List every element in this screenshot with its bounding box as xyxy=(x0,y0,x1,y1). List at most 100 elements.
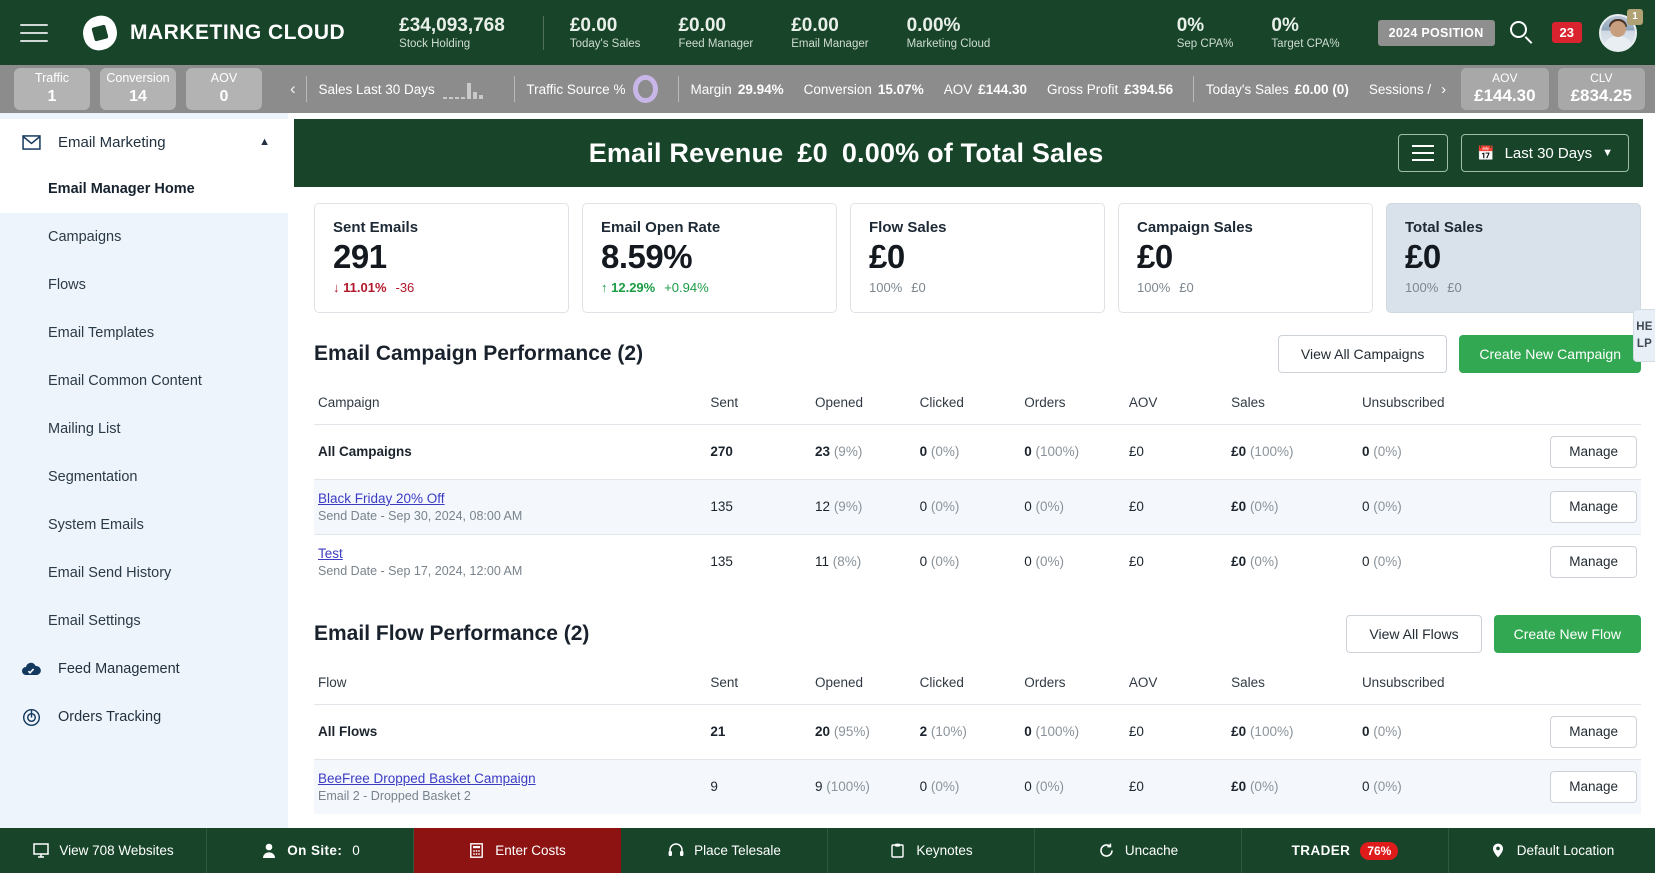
stat-label: AOV xyxy=(943,81,973,97)
bottom-default-location[interactable]: Default Location xyxy=(1449,828,1655,873)
th-unsubscribed: Unsubscribed xyxy=(1361,674,1445,690)
metric-value: £34,093,768 xyxy=(399,14,505,36)
th-aov: AOV xyxy=(1128,394,1158,410)
sidebar-item-email-send-history[interactable]: Email Send History xyxy=(0,549,288,597)
metric-label: Marketing Cloud xyxy=(906,38,991,51)
sidebar-item-campaigns[interactable]: Campaigns xyxy=(0,213,288,261)
kpi-title: Flow Sales xyxy=(869,219,947,236)
bottom-label: On Site: xyxy=(287,843,343,858)
sidebar-item-segmentation[interactable]: Segmentation xyxy=(0,453,288,501)
stat-label: Gross Profit xyxy=(1047,81,1119,97)
campaign-link[interactable]: Black Friday 20% Off xyxy=(318,491,702,506)
manage-button[interactable]: Manage xyxy=(1550,770,1637,803)
cell-unsubscribed: 0 (0%) xyxy=(1357,703,1501,760)
chip-aov-right[interactable]: AOV £144.30 xyxy=(1461,68,1549,110)
chevron-left-icon[interactable]: ‹ xyxy=(290,79,296,99)
bottom-view-websites[interactable]: View 708 Websites xyxy=(0,828,207,873)
chip-conversion[interactable]: Conversion 14 xyxy=(100,68,176,110)
th-sales: Sales xyxy=(1231,674,1265,690)
flow-link[interactable]: BeeFree Dropped Basket Campaign xyxy=(318,771,702,786)
bottom-trader[interactable]: TRADER 76% xyxy=(1242,828,1449,873)
bottom-place-telesale[interactable]: Place Telesale xyxy=(621,828,828,873)
divider xyxy=(677,76,679,102)
cell-aov: £0 xyxy=(1124,478,1228,535)
bottom-keynotes[interactable]: Keynotes xyxy=(828,828,1035,873)
cell-sales: £0 (0%) xyxy=(1227,533,1358,589)
kpi-card-sent-emails: Sent Emails 291 ↓ 11.01% -36 xyxy=(314,203,569,313)
cell-orders: 0 (0%) xyxy=(1020,478,1125,535)
traffic-source-donut-icon xyxy=(633,75,658,103)
manage-button[interactable]: Manage xyxy=(1550,435,1637,468)
cell-actions: Manage xyxy=(1500,703,1641,760)
banner-menu-icon[interactable] xyxy=(1398,134,1449,172)
date-range-picker[interactable]: 📅 Last 30 Days ▼ xyxy=(1461,134,1629,172)
sessions-link[interactable]: Sessions / › xyxy=(1369,81,1446,98)
bottom-label: Default Location xyxy=(1516,843,1615,858)
page-banner: Email Revenue £0 0.00% of Total Sales 📅 La… xyxy=(294,119,1643,187)
view-all-campaigns-button[interactable]: View All Campaigns xyxy=(1277,334,1448,373)
table-row: Test Send Date - Sep 17, 2024, 12:00 AM … xyxy=(314,533,1641,589)
kpi-delta-sub: -36 xyxy=(395,279,415,295)
sidebar-item-email-templates[interactable]: Email Templates xyxy=(0,309,288,357)
chip-clv-right[interactable]: CLV £834.25 xyxy=(1557,68,1646,110)
metric-value: 0% xyxy=(1271,14,1299,36)
page-body: Email Marketing ▲ Email Manager Home Cam… xyxy=(0,113,1655,828)
bottom-uncache[interactable]: Uncache xyxy=(1035,828,1242,873)
date-range-label: Last 30 Days xyxy=(1504,144,1593,162)
divider xyxy=(305,76,307,102)
manage-button[interactable]: Manage xyxy=(1550,490,1637,523)
cloud-check-icon xyxy=(20,660,42,678)
cell-clicked: 2 (10%) xyxy=(915,703,1021,760)
stat-label: Margin xyxy=(690,81,732,97)
sidebar-group-email-marketing[interactable]: Email Marketing ▲ xyxy=(0,119,288,165)
view-all-flows-button[interactable]: View All Flows xyxy=(1346,614,1482,653)
stat-gross-profit: Gross Profit £394.56 xyxy=(1047,82,1173,97)
sidebar-item-email-manager-home[interactable]: Email Manager Home xyxy=(0,165,288,213)
chip-traffic[interactable]: Traffic 1 xyxy=(14,68,90,110)
cell-flow: BeeFree Dropped Basket Campaign Email 2 … xyxy=(314,758,707,814)
search-icon[interactable] xyxy=(1509,20,1535,46)
pin-icon xyxy=(1490,842,1507,859)
bottom-label: Keynotes xyxy=(916,843,973,858)
chip-value: £144.30 xyxy=(1474,85,1536,105)
cell-unsubscribed: 0 (0%) xyxy=(1357,758,1501,814)
avatar[interactable]: 1 xyxy=(1599,8,1643,52)
th-orders: Orders xyxy=(1024,674,1066,690)
create-new-campaign-button[interactable]: Create New Campaign xyxy=(1459,334,1641,373)
cell-orders: 0 (100%) xyxy=(1020,423,1125,480)
th-flow: Flow xyxy=(318,674,347,690)
chip-aov[interactable]: AOV 0 xyxy=(186,68,262,110)
kpi-delta-value: 100% xyxy=(1405,279,1439,295)
notification-badge[interactable]: 23 xyxy=(1551,22,1582,43)
chip-title: AOV xyxy=(1492,71,1518,86)
menu-icon[interactable] xyxy=(16,18,52,48)
help-tab[interactable]: HELP xyxy=(1633,309,1655,363)
sidebar-item-flows[interactable]: Flows xyxy=(0,261,288,309)
bottom-on-site[interactable]: On Site: 0 xyxy=(207,828,414,873)
create-new-flow-button[interactable]: Create New Flow xyxy=(1493,614,1641,653)
traffic-source-label: Traffic Source % xyxy=(526,81,626,97)
sidebar-item-mailing-list[interactable]: Mailing List xyxy=(0,405,288,453)
divider xyxy=(1193,76,1194,102)
table-row: All Flows 21 20 (95%) 2 (10%) 0 (100%) £… xyxy=(314,703,1641,760)
flow-table: Flow Sent Opened Clicked Orders AOV Sale… xyxy=(314,667,1641,814)
sidebar-item-email-common-content[interactable]: Email Common Content xyxy=(0,357,288,405)
manage-button[interactable]: Manage xyxy=(1550,545,1637,578)
banner-title-text: Email Revenue xyxy=(588,137,784,168)
campaign-link[interactable]: Test xyxy=(318,546,702,561)
sidebar-item-feed-management[interactable]: Feed Management xyxy=(0,645,288,693)
brand: MARKETING CLOUD xyxy=(79,11,345,54)
table-header-row: Flow Sent Opened Clicked Orders AOV Sale… xyxy=(314,667,1641,705)
sidebar-item-orders-tracking[interactable]: Orders Tracking xyxy=(0,693,288,741)
chevron-up-icon[interactable]: ▲ xyxy=(259,136,270,148)
kpi-delta-value: ↑ 12.29% xyxy=(601,279,656,295)
manage-button[interactable]: Manage xyxy=(1550,715,1637,748)
th-orders: Orders xyxy=(1024,394,1066,410)
sidebar-item-system-emails[interactable]: System Emails xyxy=(0,501,288,549)
sessions-label: Sessions / xyxy=(1368,81,1432,97)
bottom-enter-costs[interactable]: Enter Costs xyxy=(414,828,621,873)
sidebar-item-email-settings[interactable]: Email Settings xyxy=(0,597,288,645)
position-badge[interactable]: 2024 POSITION xyxy=(1377,19,1495,46)
top-metric-email-manager: £0.00 Email Manager xyxy=(791,15,868,51)
kpi-card-flow-sales: Flow Sales £0 100% £0 xyxy=(850,203,1105,313)
